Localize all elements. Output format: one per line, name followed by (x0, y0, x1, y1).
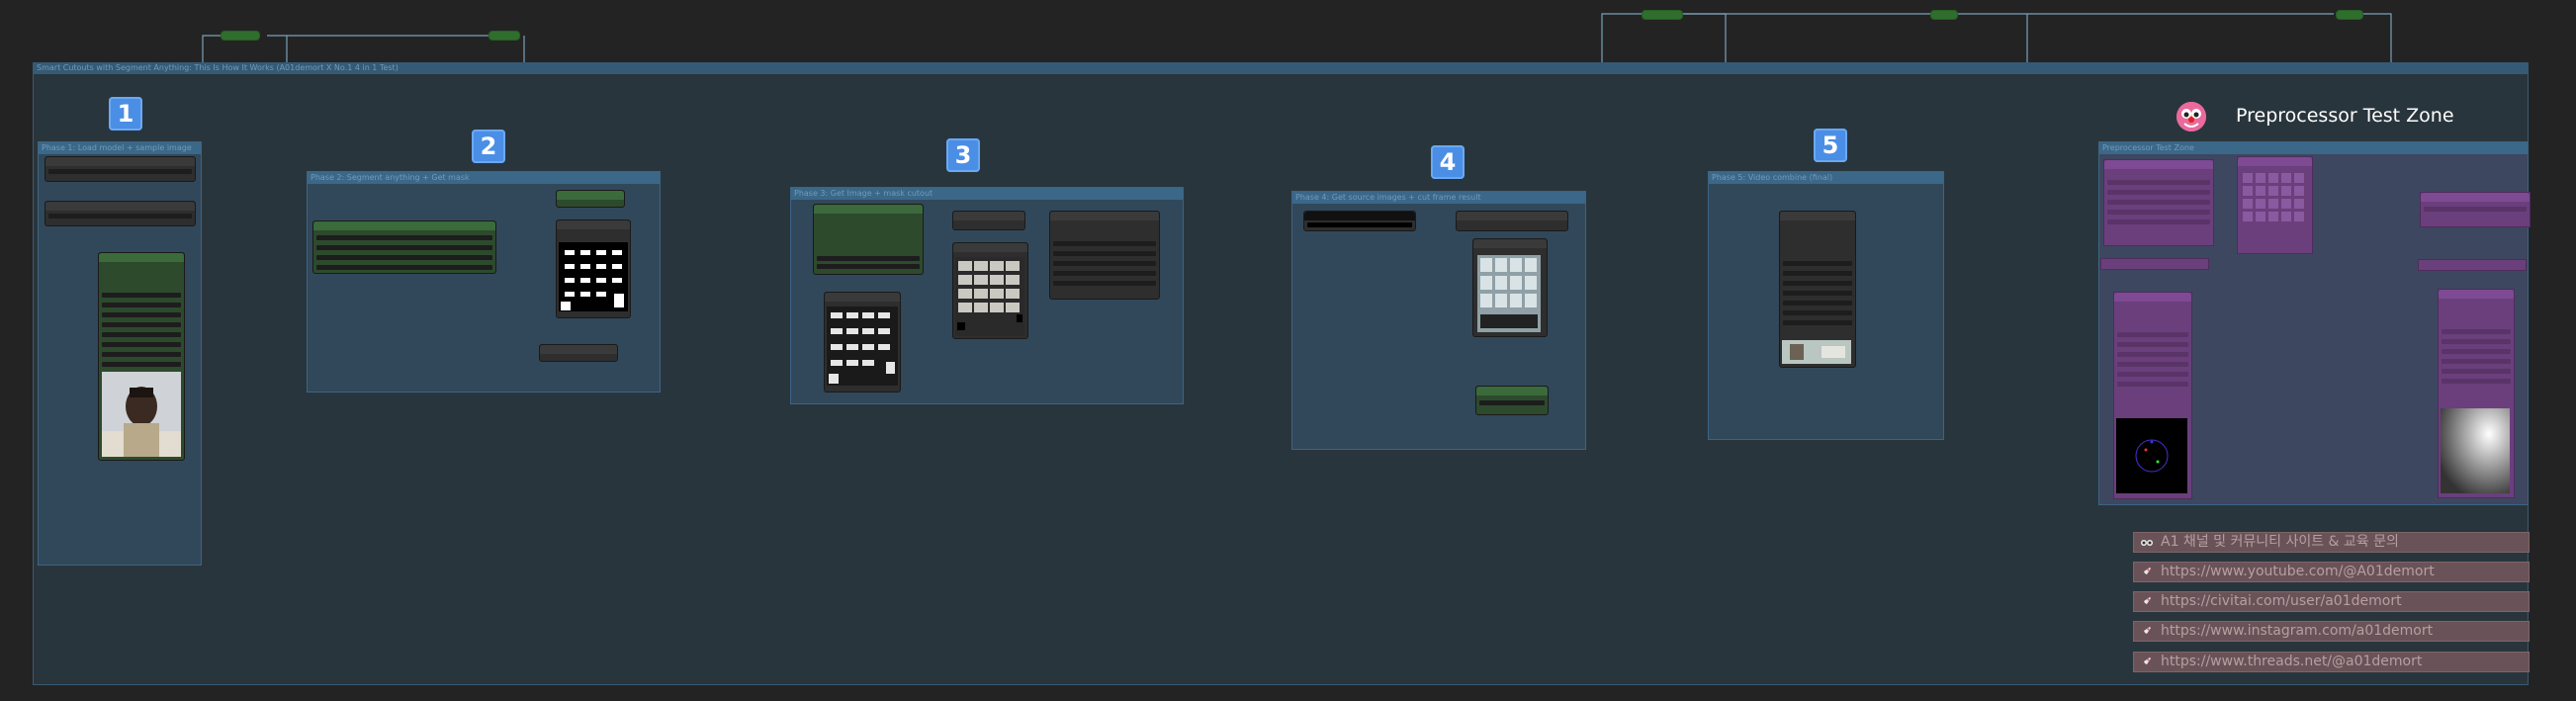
link-threads[interactable]: https://www.threads.net/@a01demort (2133, 652, 2530, 672)
link-youtube[interactable]: https://www.youtube.com/@A01demort (2133, 562, 2530, 582)
cutout-grid-node[interactable] (824, 292, 901, 393)
rocket-icon (2142, 568, 2151, 576)
sample-image-thumbnail (102, 372, 181, 457)
video-combine-node[interactable] (1779, 211, 1856, 368)
frame-preview-image (1477, 255, 1541, 332)
preprocessor-node[interactable] (2103, 159, 2214, 246)
link-text[interactable]: https://www.threads.net/@a01demort (2161, 654, 2422, 669)
video-preview-image (1782, 340, 1851, 364)
frame-preview-node[interactable] (1472, 238, 1548, 337)
preview-node[interactable] (539, 344, 618, 362)
reroute-node[interactable] (1642, 10, 1683, 20)
mask-preview-image (559, 242, 628, 311)
preprocessor-grid-image (2243, 173, 2304, 221)
image-cutout-node[interactable] (813, 204, 924, 275)
depth-preview-image (2441, 408, 2510, 493)
load-model-node[interactable] (44, 156, 196, 182)
link-civitai[interactable]: https://civitai.com/user/a01demort (2133, 591, 2530, 612)
phase-3-title: Phase 3: Get Image + mask cutout (791, 188, 1183, 200)
phase-3-badge: 3 (946, 138, 980, 172)
preprocessor-mini-node[interactable] (2418, 259, 2527, 271)
reroute-node[interactable] (1930, 10, 1958, 20)
preprocessor-node[interactable] (2420, 192, 2531, 227)
phase-5-title: Phase 5: Video combine (final) (1709, 172, 1943, 184)
eyes-icon (2141, 540, 2153, 546)
mask-preview-node[interactable] (556, 219, 631, 318)
link-text[interactable]: https://www.instagram.com/a01demort (2161, 623, 2433, 639)
clown-icon (2176, 102, 2206, 131)
load-model-node[interactable] (44, 201, 196, 226)
rocket-icon (2142, 657, 2151, 666)
link-instagram[interactable]: https://www.instagram.com/a01demort (2133, 621, 2530, 642)
lineart-preview-image (2116, 418, 2187, 493)
link-text[interactable]: https://www.youtube.com/@A01demort (2161, 564, 2435, 579)
preprocessor-mini-node[interactable] (2100, 258, 2209, 270)
phase-4-title: Phase 4: Get source images + cut frame r… (1292, 192, 1585, 204)
preprocessor-group-title: Preprocessor Test Zone (2099, 142, 2528, 154)
phase-1-title: Phase 1: Load model + sample image (39, 142, 201, 154)
cut-frame-node[interactable] (1456, 211, 1568, 231)
mask-node[interactable] (556, 190, 625, 208)
segment-anything-node[interactable] (312, 220, 496, 274)
preprocessor-node[interactable] (2113, 292, 2192, 499)
links-header-text: A1 채널 및 커뮤니티 사이트 & 교육 문의 (2161, 534, 2399, 550)
workflow-outer-title[interactable]: Smart Cutouts with Segment Anything: Thi… (34, 62, 2529, 74)
preprocessor-heading: Preprocessor Test Zone (2236, 105, 2454, 127)
cutout-grid-image (827, 307, 898, 386)
load-image-node[interactable] (98, 252, 185, 461)
preprocessor-grid-node[interactable] (2237, 156, 2313, 254)
load-images-node[interactable] (1303, 211, 1416, 231)
frame-count-node[interactable] (1475, 386, 1549, 415)
phase-1-badge: 1 (109, 97, 142, 131)
reroute-node[interactable] (221, 31, 260, 41)
phase-2-badge: 2 (472, 130, 505, 163)
preprocessor-node[interactable] (2438, 289, 2515, 498)
cutout-preview-node[interactable] (952, 242, 1028, 339)
cutout-preview-image (955, 257, 1024, 336)
phase-4-badge: 4 (1431, 145, 1465, 179)
phase-5-badge: 5 (1814, 129, 1847, 162)
save-image-node[interactable] (1049, 211, 1160, 300)
links-header: A1 채널 및 커뮤니티 사이트 & 교육 문의 (2133, 532, 2530, 553)
reroute-node[interactable] (2336, 10, 2363, 20)
rocket-icon (2142, 597, 2151, 606)
rocket-icon (2142, 627, 2151, 636)
switch-node[interactable] (952, 211, 1025, 230)
reroute-node[interactable] (489, 31, 520, 41)
phase-2-title: Phase 2: Segment anything + Get mask (308, 172, 660, 184)
link-text[interactable]: https://civitai.com/user/a01demort (2161, 593, 2402, 609)
